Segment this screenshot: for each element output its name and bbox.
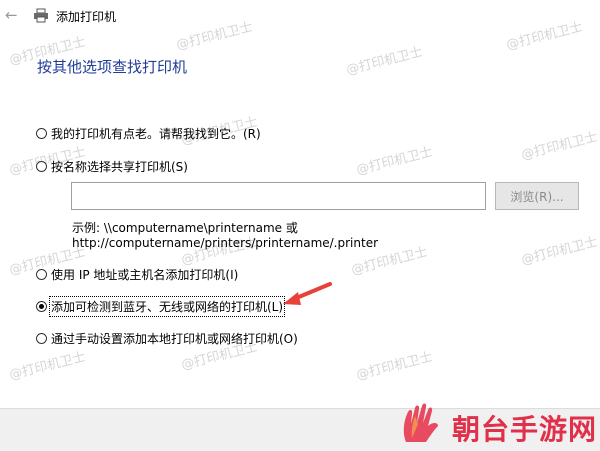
option-label: 通过手动设置添加本地打印机或网络打印机(O) bbox=[51, 332, 298, 346]
option-ip-address[interactable]: 使用 IP 地址或主机名添加打印机(I) bbox=[36, 266, 238, 283]
watermark: @打印机卫士 bbox=[519, 234, 600, 269]
browse-button[interactable]: 浏览(R)... bbox=[495, 182, 579, 210]
printer-icon bbox=[34, 8, 48, 23]
watermark: @打印机卫士 bbox=[354, 349, 435, 384]
option-manual-setup[interactable]: 通过手动设置添加本地打印机或网络打印机(O) bbox=[36, 330, 298, 347]
example-line-1: 示例: \\computername\printername 或 bbox=[72, 221, 298, 235]
page-heading: 按其他选项查找打印机 bbox=[37, 58, 188, 76]
radio-button[interactable] bbox=[36, 128, 47, 139]
brand-logo-icon bbox=[403, 403, 438, 442]
option-bluetooth-wireless[interactable]: 添加可检测到蓝牙、无线或网络的打印机(L) bbox=[36, 296, 286, 317]
option-shared-printer[interactable]: 按名称选择共享打印机(S) bbox=[36, 158, 188, 175]
option-label: 我的打印机有点老。请帮我找到它。(R) bbox=[51, 127, 261, 141]
example-line-2: http://computername/printers/printername… bbox=[72, 236, 379, 250]
option-label: 添加可检测到蓝牙、无线或网络的打印机(L) bbox=[48, 296, 286, 317]
shared-printer-input[interactable] bbox=[71, 182, 486, 210]
watermark: @打印机卫士 bbox=[7, 349, 88, 384]
option-old-printer[interactable]: 我的打印机有点老。请帮我找到它。(R) bbox=[36, 125, 261, 142]
red-arrow-icon bbox=[283, 282, 332, 305]
radio-button[interactable] bbox=[36, 161, 47, 172]
brand-name: 朝台手游网 bbox=[452, 413, 598, 446]
radio-button[interactable] bbox=[36, 333, 47, 344]
radio-button-selected[interactable] bbox=[36, 301, 47, 312]
title-bar: ← 添加打印机 bbox=[0, 0, 600, 32]
watermark: @打印机卫士 bbox=[519, 129, 600, 164]
radio-button[interactable] bbox=[36, 269, 47, 280]
back-arrow-icon[interactable]: ← bbox=[5, 7, 21, 23]
watermark: @打印机卫士 bbox=[354, 144, 435, 179]
watermark: @打印机卫士 bbox=[344, 44, 425, 79]
option-label: 使用 IP 地址或主机名添加打印机(I) bbox=[51, 268, 239, 282]
window-title: 添加打印机 bbox=[56, 10, 117, 24]
option-label: 按名称选择共享打印机(S) bbox=[51, 160, 188, 174]
